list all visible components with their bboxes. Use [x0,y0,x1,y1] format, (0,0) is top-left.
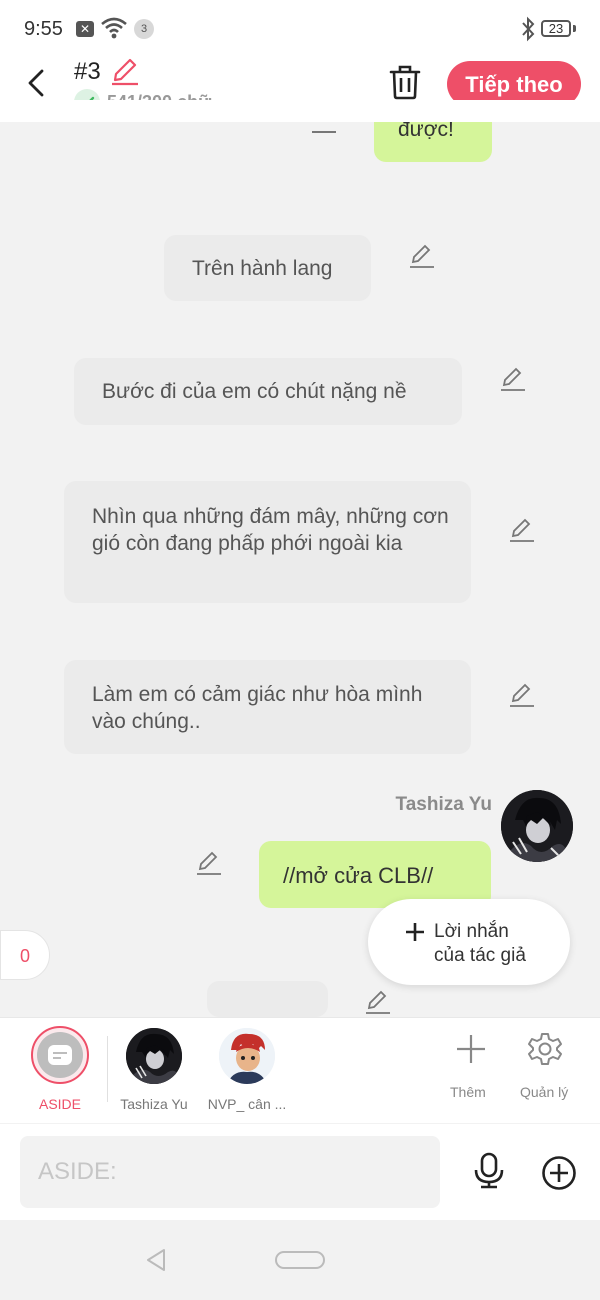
aside-avatar [37,1032,83,1078]
add-attachment-icon[interactable] [541,1155,577,1191]
bluetooth-icon [522,16,535,42]
divider [107,1036,108,1102]
chapter-title: #3 [74,58,101,85]
message-bubble[interactable]: Trên hành lang [164,235,371,301]
plus-icon [406,923,424,941]
nav-back-icon[interactable] [144,1248,168,1272]
character-name: NVP_ cân ... [207,1096,287,1112]
nav-home-button[interactable] [275,1251,325,1269]
add-character-label: Thêm [450,1084,486,1100]
trash-icon[interactable] [388,64,422,100]
edit-message-icon[interactable] [508,518,536,544]
message-bubble[interactable]: Làm em có cảm giác như hòa mình vào chún… [64,660,471,754]
status-time: 9:55 [24,18,63,40]
back-arrow-icon[interactable] [22,68,52,98]
comment-counter[interactable]: 0 [0,930,50,980]
character-avatar[interactable] [219,1028,275,1084]
edit-message-icon[interactable] [195,851,223,877]
gear-icon[interactable] [527,1031,563,1067]
edit-title-icon[interactable] [110,58,140,86]
aside-label: ASIDE [38,1096,81,1112]
message-input[interactable] [20,1136,440,1208]
character-bar [0,1017,600,1123]
microphone-icon[interactable] [473,1152,505,1190]
edit-message-icon[interactable] [499,367,527,393]
message-bubble[interactable]: Nhìn qua những đám mây, những cơn gió cò… [64,481,471,603]
wifi-icon [101,17,127,39]
edit-message-icon[interactable] [364,990,392,1016]
message-bubble[interactable] [207,981,328,1017]
message-bubble[interactable]: //mở cửa CLB// [259,841,491,908]
add-character-icon[interactable] [455,1033,487,1065]
notification-count-badge: 3 [134,19,154,39]
character-name: Tashiza Yu [120,1096,188,1112]
author-note-label: Lời nhắn của tác giả [434,921,526,966]
manage-label: Quản lý [520,1084,569,1100]
notification-icon: ✕ [76,21,94,37]
speaker-avatar[interactable] [501,790,573,862]
battery-icon: 23 [541,20,571,37]
edit-message-icon[interactable] [508,683,536,709]
message-bubble[interactable]: Bước đi của em có chút nặng nề [74,358,462,425]
header-cover [0,100,600,122]
character-avatar[interactable] [126,1028,182,1084]
speaker-name: Tashiza Yu [395,794,492,815]
edit-message-icon[interactable] [408,244,436,270]
battery-tip [573,25,576,32]
